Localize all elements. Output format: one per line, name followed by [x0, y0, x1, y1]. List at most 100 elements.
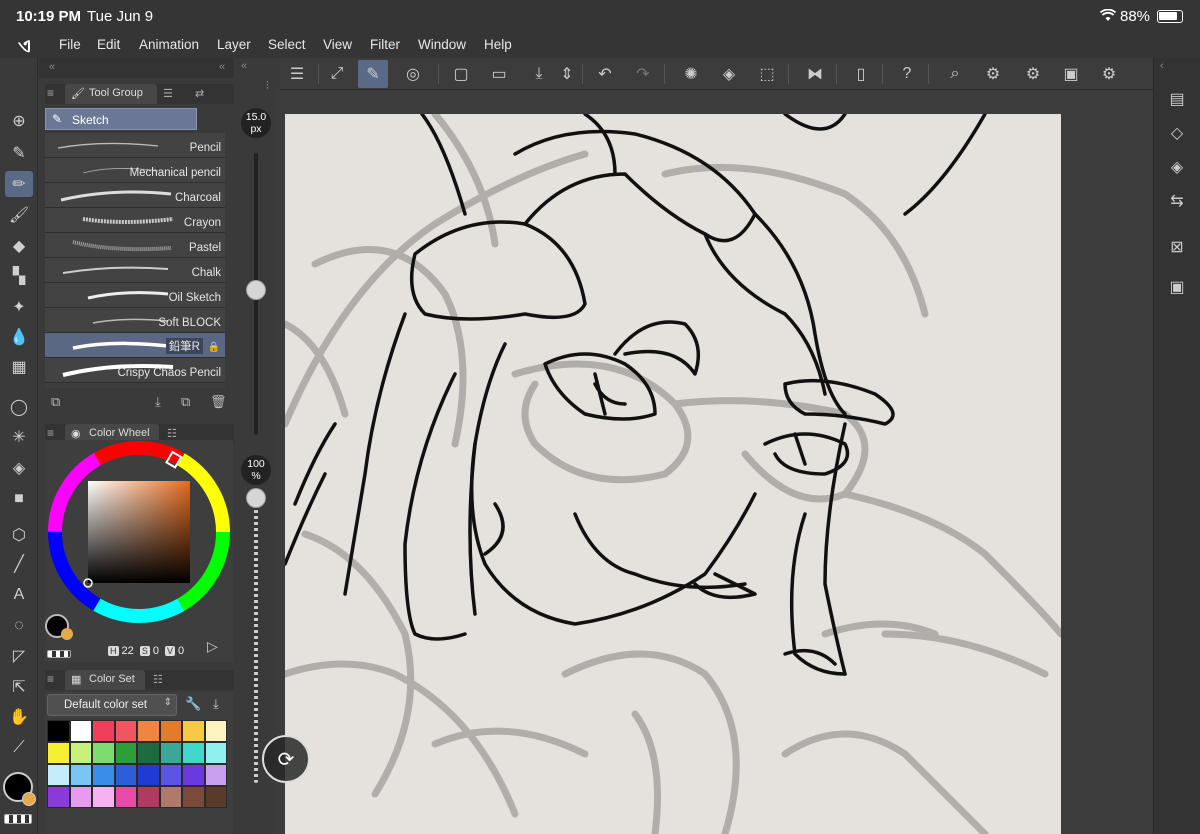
- material-icon[interactable]: ▣: [1162, 272, 1192, 302]
- brush-item[interactable]: Soft BLOCK: [45, 308, 225, 333]
- gear-icon[interactable]: ⚙: [1018, 60, 1048, 88]
- brush-tool-icon[interactable]: 🖌: [5, 202, 33, 228]
- color-swatch[interactable]: [137, 786, 160, 808]
- collapse-right-icon[interactable]: «: [219, 61, 225, 73]
- color-swatch[interactable]: [114, 764, 137, 786]
- color-swatch[interactable]: [69, 764, 92, 786]
- color-swatch[interactable]: [69, 720, 92, 742]
- gear-icon[interactable]: ⚙: [1094, 60, 1124, 88]
- fill-icon[interactable]: ◈: [714, 60, 744, 88]
- color-swatch[interactable]: [69, 786, 92, 808]
- brush-item[interactable]: Chalk: [45, 258, 225, 283]
- magic-wand-icon[interactable]: ✳: [5, 424, 33, 450]
- line-tool-icon[interactable]: ╱: [5, 551, 33, 577]
- brush-item[interactable]: Charcoal: [45, 183, 225, 208]
- fit-canvas-icon[interactable]: ⤢: [322, 60, 352, 88]
- color-swatch[interactable]: [92, 720, 115, 742]
- menu-view[interactable]: View: [323, 37, 352, 52]
- gradient-tool-icon[interactable]: ■: [5, 486, 33, 512]
- brush-item[interactable]: Crayon: [45, 208, 225, 233]
- sub-view-icon[interactable]: ⊠: [1162, 232, 1192, 262]
- slider-panel-icon[interactable]: ☷: [167, 427, 177, 440]
- layers-icon[interactable]: ◇: [1162, 118, 1192, 148]
- tab-color-set[interactable]: ▦ Color Set: [65, 670, 145, 690]
- eraser-tool-icon[interactable]: ◆: [5, 233, 33, 259]
- color-set-select[interactable]: Default color set ⇕: [47, 694, 177, 716]
- brush-item[interactable]: Crispy Chaos Pencil: [45, 358, 225, 383]
- color-swatch[interactable]: [69, 742, 92, 764]
- search-icon[interactable]: ⌕: [940, 60, 970, 88]
- move-tool-icon[interactable]: ⇱: [5, 674, 33, 700]
- transform-icon[interactable]: ⬚: [752, 60, 782, 88]
- transparent-color-swatch[interactable]: [4, 814, 32, 824]
- color-swatch[interactable]: [204, 786, 227, 808]
- brush-item[interactable]: Pencil: [45, 133, 225, 158]
- hand-tool-icon[interactable]: ✋: [5, 704, 33, 730]
- airbrush-tool-icon[interactable]: ▚: [5, 263, 33, 289]
- navigator-icon[interactable]: ▤: [1162, 84, 1192, 114]
- settings-icon[interactable]: ⧉: [51, 394, 60, 410]
- slider-settings-icon[interactable]: ⫶: [266, 80, 269, 93]
- tab-tool-group[interactable]: 🖌 Tool Group: [65, 84, 157, 104]
- panel-collapse-strip[interactable]: « «: [39, 58, 234, 78]
- color-wheel[interactable]: [45, 440, 233, 640]
- menu-select[interactable]: Select: [268, 37, 306, 52]
- color-swatch[interactable]: [92, 764, 115, 786]
- save-options-icon[interactable]: ⇕: [552, 60, 582, 88]
- download-icon[interactable]: ⊕: [5, 108, 33, 134]
- rotate-canvas-button[interactable]: ⟳: [262, 735, 310, 783]
- color-swatch[interactable]: [137, 764, 160, 786]
- color-swatch[interactable]: [159, 764, 182, 786]
- panel-menu-icon[interactable]: ≡: [47, 86, 54, 100]
- gear-icon[interactable]: ⚙: [978, 60, 1008, 88]
- save-icon[interactable]: ⤓: [524, 60, 554, 88]
- color-swatch[interactable]: [137, 720, 160, 742]
- color-swatch[interactable]: [182, 786, 205, 808]
- app-logo-icon[interactable]: ଏ: [18, 36, 31, 57]
- flip-horizontal-icon[interactable]: ⧓: [800, 60, 830, 88]
- brush-item-selected[interactable]: 鉛筆R 🔒: [45, 333, 225, 358]
- wrench-icon[interactable]: 🔧: [185, 696, 201, 712]
- sub-color-indicator[interactable]: [61, 628, 73, 640]
- sub-tool-sketch[interactable]: ✎ Sketch: [45, 108, 197, 130]
- open-file-icon[interactable]: ▭: [484, 60, 514, 88]
- decoration-tool-icon[interactable]: ✦: [5, 294, 33, 320]
- fill-tool-icon[interactable]: ◈: [5, 455, 33, 481]
- menu-filter[interactable]: Filter: [370, 37, 400, 52]
- companion-icon[interactable]: ◎: [398, 60, 428, 88]
- redo-icon[interactable]: ↷: [628, 60, 658, 88]
- menu-animation[interactable]: Animation: [139, 37, 199, 52]
- expand-panel-icon[interactable]: ‹: [1160, 60, 1164, 72]
- brush-size-knob[interactable]: [246, 280, 266, 300]
- drawing-canvas[interactable]: [285, 114, 1061, 834]
- color-swatch[interactable]: [159, 742, 182, 764]
- link-icon[interactable]: ⇄: [195, 87, 204, 100]
- opacity-slider[interactable]: [254, 498, 258, 783]
- import-color-icon[interactable]: ⤓: [213, 696, 219, 712]
- balloon-tool-icon[interactable]: ◌: [5, 613, 33, 639]
- duplicate-icon[interactable]: ⧉: [181, 394, 190, 410]
- color-swatch[interactable]: [114, 720, 137, 742]
- trash-icon[interactable]: 🗑: [210, 394, 227, 410]
- brush-item[interactable]: Oil Sketch: [45, 283, 225, 308]
- color-swatch[interactable]: [137, 742, 160, 764]
- color-swatch[interactable]: [47, 786, 70, 808]
- pen-tool-icon[interactable]: ✎: [5, 140, 33, 166]
- color-swatch[interactable]: [182, 720, 205, 742]
- sliders-icon[interactable]: ☰: [163, 87, 173, 100]
- undo-icon[interactable]: ↶: [590, 60, 620, 88]
- color-swatch[interactable]: [47, 742, 70, 764]
- menu-file[interactable]: File: [59, 37, 81, 52]
- panel-menu-icon[interactable]: ≡: [47, 672, 54, 686]
- menu-edit[interactable]: Edit: [97, 37, 120, 52]
- eyedropper-tool-icon[interactable]: ⟋: [5, 735, 33, 761]
- menu-window[interactable]: Window: [418, 37, 466, 52]
- hamburger-menu-icon[interactable]: ☰: [282, 60, 312, 88]
- edit-mode-icon[interactable]: ✎: [358, 60, 388, 88]
- 3d-tool-icon[interactable]: ⬡: [5, 522, 33, 548]
- color-history-icon[interactable]: ☷: [153, 673, 163, 686]
- sub-color-swatch[interactable]: [22, 792, 36, 806]
- color-swatch[interactable]: [182, 742, 205, 764]
- menu-layer[interactable]: Layer: [217, 37, 251, 52]
- color-swatch[interactable]: [114, 742, 137, 764]
